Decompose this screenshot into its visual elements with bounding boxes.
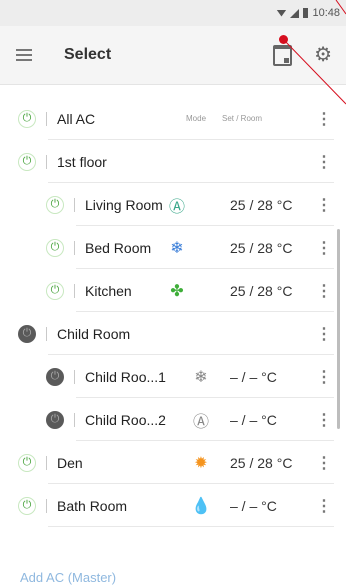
ac-name: Kitchen	[85, 282, 132, 299]
more-icon[interactable]: ⋮	[316, 238, 332, 258]
mode-icon: 💧	[191, 497, 211, 515]
power-icon[interactable]: ⏻	[46, 281, 64, 300]
ac-name: Child Roo...2	[85, 411, 166, 428]
temp-unit: °C	[261, 497, 277, 514]
more-icon[interactable]: ⋮	[316, 152, 332, 172]
divider	[74, 197, 75, 212]
mode-icon: ✹	[194, 454, 208, 472]
power-icon[interactable]: ⏻	[46, 410, 64, 429]
power-icon[interactable]: ⏻	[46, 238, 64, 257]
temp-value: – / –	[230, 411, 258, 428]
power-icon[interactable]: ⏻	[18, 496, 36, 515]
status-time: 10:48	[312, 7, 340, 19]
schedule-icon[interactable]	[273, 44, 293, 66]
gear-icon[interactable]: ⚙	[314, 45, 332, 65]
mode-icon: ❄	[194, 368, 208, 386]
wifi-icon	[276, 9, 287, 17]
power-icon[interactable]: ⏻	[18, 453, 36, 472]
temp-unit: °C	[276, 454, 293, 471]
temp-unit: °C	[276, 239, 293, 256]
ac-name: Living Room	[85, 196, 163, 213]
temp-unit: °C	[276, 196, 293, 213]
ac-row[interactable]: ⏻ Bed Room ❄ 25 / 28 °C ⋮	[0, 226, 346, 269]
status-bar: 10:48	[0, 0, 346, 26]
divider	[46, 111, 47, 126]
more-icon[interactable]: ⋮	[316, 324, 332, 344]
more-icon[interactable]: ⋮	[316, 367, 332, 387]
mode-icon: ✤	[170, 282, 184, 300]
divider	[74, 369, 75, 384]
more-icon[interactable]: ⋮	[316, 195, 332, 215]
ac-row[interactable]: ⏻ Den ✹ 25 / 28 °C ⋮	[0, 441, 346, 484]
more-icon[interactable]: ⋮	[316, 109, 332, 129]
power-icon[interactable]: ⏻	[18, 152, 36, 171]
ac-name: Bath Room	[57, 497, 128, 514]
temp-value: 25 / 28	[230, 282, 273, 299]
temp-unit: °C	[261, 368, 277, 385]
mode-icon: ❄	[170, 239, 184, 257]
ac-list: Mode Set / Room ⏻ All AC ⋮ ⏻ 1st floor ⋮ ⏻ Li…	[0, 85, 346, 527]
ac-row[interactable]: ⏻ Child Roo...1 ❄ – / – °C ⋮	[0, 355, 346, 398]
menu-icon[interactable]	[16, 49, 32, 61]
divider	[46, 455, 47, 470]
temp-value: – / –	[230, 497, 258, 514]
ac-name: Child Room	[57, 325, 131, 342]
power-icon[interactable]: ⏻	[46, 195, 64, 214]
add-ac-link[interactable]: Add AC (Master)	[20, 570, 116, 585]
mode-icon: Ⓐ	[192, 413, 209, 431]
power-icon[interactable]: ⏻	[18, 324, 36, 343]
more-icon[interactable]: ⋮	[316, 410, 332, 430]
battery-icon	[303, 8, 309, 18]
ac-row[interactable]: ⏻ Child Roo...2 Ⓐ – / – °C ⋮	[0, 398, 346, 441]
divider	[46, 326, 47, 341]
divider	[74, 240, 75, 255]
ac-name: 1st floor	[57, 153, 107, 170]
row-separator	[48, 526, 334, 527]
ac-row[interactable]: ⏻ Child Room ⋮	[0, 312, 346, 355]
more-icon[interactable]: ⋮	[316, 281, 332, 301]
ac-row[interactable]: ⏻ Living Room Ⓐ 25 / 28 °C ⋮	[0, 183, 346, 226]
ac-name: Bed Room	[85, 239, 152, 256]
divider	[46, 154, 47, 169]
divider	[74, 412, 75, 427]
signal-icon	[290, 8, 300, 18]
ac-name: Child Roo...1	[85, 368, 166, 385]
temp-value: 25 / 28	[230, 196, 273, 213]
scrollbar[interactable]	[337, 229, 340, 429]
annotation-marker	[279, 35, 288, 44]
more-icon[interactable]: ⋮	[316, 453, 332, 473]
toolbar: Select ⚙	[0, 26, 346, 85]
power-icon[interactable]: ⏻	[18, 109, 36, 128]
temp-unit: °C	[276, 282, 293, 299]
more-icon[interactable]: ⋮	[316, 496, 332, 516]
ac-row[interactable]: ⏻ Kitchen ✤ 25 / 28 °C ⋮	[0, 269, 346, 312]
temp-value: – / –	[230, 368, 258, 385]
mode-icon: Ⓐ	[168, 198, 185, 216]
ac-name: Den	[57, 454, 83, 471]
ac-row[interactable]: ⏻ All AC ⋮	[0, 97, 346, 140]
page-title: Select	[64, 46, 112, 63]
temp-value: 25 / 28	[230, 239, 273, 256]
ac-row[interactable]: ⏻ Bath Room 💧 – / – °C ⋮	[0, 484, 346, 527]
divider	[46, 498, 47, 513]
ac-row[interactable]: ⏻ 1st floor ⋮	[0, 140, 346, 183]
divider	[74, 283, 75, 298]
ac-name: All AC	[57, 110, 96, 127]
temp-unit: °C	[261, 411, 277, 428]
temp-value: 25 / 28	[230, 454, 273, 471]
power-icon[interactable]: ⏻	[46, 367, 64, 386]
